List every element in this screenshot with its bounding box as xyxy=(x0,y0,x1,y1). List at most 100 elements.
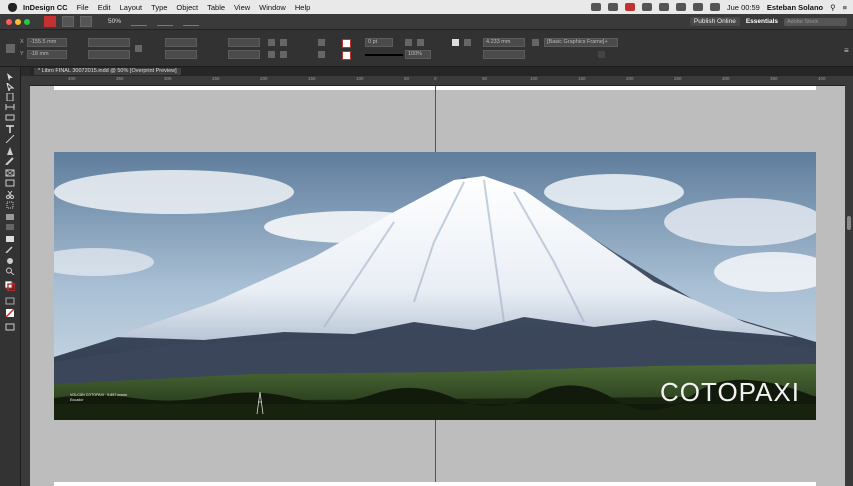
bluetooth-icon[interactable] xyxy=(658,3,669,11)
document-tab[interactable]: * Libro FINAL 30072015.indd @ 50% [Overp… xyxy=(34,68,181,75)
selection-tool-icon[interactable] xyxy=(5,73,15,81)
page-tool-icon[interactable] xyxy=(5,93,15,101)
x-position-field[interactable]: -155.5 mm xyxy=(27,38,67,47)
type-tool-icon[interactable] xyxy=(5,125,15,133)
stock-search-input[interactable]: Adobe Stock xyxy=(784,17,847,26)
reference-point-icon[interactable] xyxy=(6,44,15,53)
screen-mode-dropdown[interactable] xyxy=(157,18,174,26)
hand-tool-icon[interactable] xyxy=(5,257,15,265)
wifi-icon[interactable] xyxy=(675,3,686,11)
formatting-affects-container-icon[interactable] xyxy=(5,297,15,305)
rectangle-frame-tool-icon[interactable] xyxy=(5,169,15,177)
clock[interactable]: Jue 00:59 xyxy=(727,3,760,12)
scale-y-field[interactable] xyxy=(165,50,197,59)
rotate-90-ccw-icon[interactable] xyxy=(280,39,287,46)
apple-icon[interactable] xyxy=(8,2,17,12)
drive-icon[interactable] xyxy=(641,3,652,11)
notification-icon[interactable]: ≡ xyxy=(843,3,847,12)
height-field[interactable] xyxy=(88,50,130,59)
pen-tool-icon[interactable] xyxy=(5,147,15,155)
screen-mode-icon[interactable] xyxy=(5,323,15,331)
minimize-window-button[interactable] xyxy=(15,18,21,25)
select-container-icon[interactable] xyxy=(318,39,325,46)
display-icon[interactable] xyxy=(607,3,618,11)
app-menu[interactable]: InDesign CC xyxy=(23,3,68,12)
zoom-window-button[interactable] xyxy=(24,18,30,25)
stock-icon[interactable] xyxy=(80,16,92,27)
spread-title: COTOPAXI xyxy=(660,377,800,407)
menu-table[interactable]: Table xyxy=(207,3,225,12)
rectangle-tool-icon[interactable] xyxy=(5,179,15,187)
zoom-level[interactable]: 50% xyxy=(108,18,121,25)
ruler-label: 50 xyxy=(404,76,410,81)
note-tool-icon[interactable] xyxy=(5,235,15,243)
workspace-switcher[interactable]: Essentials xyxy=(746,18,778,25)
bridge-icon[interactable] xyxy=(62,16,74,27)
arrange-documents-dropdown[interactable] xyxy=(183,18,200,26)
menu-window[interactable]: Window xyxy=(259,3,286,12)
menu-type[interactable]: Type xyxy=(151,3,167,12)
gap-tool-icon[interactable] xyxy=(5,103,15,111)
quick-apply-icon[interactable] xyxy=(598,51,605,58)
object-style-dropdown[interactable]: [Basic Graphics Frame]+ xyxy=(544,38,618,47)
fit-frame-icon[interactable] xyxy=(417,39,424,46)
publish-online-button[interactable]: Publish Online xyxy=(689,17,740,26)
rotate-90-cw-icon[interactable] xyxy=(268,39,275,46)
opacity-field[interactable]: 100% xyxy=(405,50,431,59)
eyedropper-tool-icon[interactable] xyxy=(5,245,15,253)
spread-image-frame[interactable]: VOLCÁN COTOPAXI · 5.897 msnm Ecuador COT… xyxy=(54,152,816,420)
caption-line-2: Ecuador xyxy=(70,397,84,402)
ruler-label: 200 xyxy=(626,76,634,81)
horizontal-ruler[interactable]: 400 350 300 250 200 150 100 50 0 50 100 … xyxy=(30,76,845,86)
flip-vertical-icon[interactable] xyxy=(280,51,287,58)
spotlight-icon[interactable]: ⚲ xyxy=(830,3,836,12)
close-window-button[interactable] xyxy=(6,18,12,25)
fill-stroke-swatch-icon[interactable] xyxy=(5,281,15,291)
shear-field[interactable] xyxy=(228,50,260,59)
menu-help[interactable]: Help xyxy=(295,3,310,12)
content-collector-icon[interactable] xyxy=(5,113,15,121)
ruler-label: 400 xyxy=(818,76,826,81)
stroke-swatch-icon[interactable] xyxy=(342,51,351,60)
user-name[interactable]: Esteban Solano xyxy=(767,3,823,12)
pasteboard[interactable]: VOLCÁN COTOPAXI · 5.897 msnm Ecuador COT… xyxy=(30,86,845,486)
panel-menu-icon[interactable]: ≡ xyxy=(844,46,849,55)
frame-effects-field[interactable] xyxy=(483,50,525,59)
menu-object[interactable]: Object xyxy=(176,3,198,12)
scrollbar-thumb[interactable] xyxy=(847,216,851,230)
menu-edit[interactable]: Edit xyxy=(98,3,111,12)
menu-layout[interactable]: Layout xyxy=(120,3,143,12)
fit-content-proportionally-icon[interactable] xyxy=(452,39,459,46)
scale-x-field[interactable] xyxy=(165,38,197,47)
stroke-weight-field[interactable]: 0 pt xyxy=(365,38,393,47)
fill-swatch-icon[interactable] xyxy=(342,39,351,48)
vertical-scrollbar[interactable] xyxy=(845,76,853,486)
airplay-icon[interactable] xyxy=(692,3,703,11)
fill-frame-proportionally-icon[interactable] xyxy=(464,39,471,46)
free-transform-tool-icon[interactable] xyxy=(5,201,15,209)
menu-view[interactable]: View xyxy=(234,3,250,12)
constrain-proportions-icon[interactable] xyxy=(135,45,142,52)
zoom-tool-icon[interactable] xyxy=(5,267,15,275)
stroke-type-dropdown[interactable] xyxy=(365,54,403,56)
pencil-tool-icon[interactable] xyxy=(5,157,15,165)
select-content-icon[interactable] xyxy=(318,51,325,58)
flip-horizontal-icon[interactable] xyxy=(268,51,275,58)
rotation-field[interactable] xyxy=(228,38,260,47)
y-position-field[interactable]: -18 mm xyxy=(27,50,67,59)
cloud-icon[interactable] xyxy=(590,3,601,11)
view-options-dropdown[interactable] xyxy=(131,18,148,26)
direct-selection-tool-icon[interactable] xyxy=(5,83,15,91)
gradient-swatch-tool-icon[interactable] xyxy=(5,213,15,221)
menu-file[interactable]: File xyxy=(77,3,89,12)
width-field[interactable] xyxy=(88,38,130,47)
corner-offset-field[interactable]: 4.233 mm xyxy=(483,38,525,47)
antivirus-icon[interactable] xyxy=(624,3,635,11)
object-style-icon[interactable] xyxy=(532,39,539,46)
text-wrap-icon[interactable] xyxy=(405,39,412,46)
apply-none-icon[interactable] xyxy=(5,309,15,317)
scissors-tool-icon[interactable] xyxy=(5,191,15,199)
line-tool-icon[interactable] xyxy=(5,135,15,143)
gradient-feather-tool-icon[interactable] xyxy=(5,223,15,231)
volume-icon[interactable] xyxy=(709,3,720,11)
